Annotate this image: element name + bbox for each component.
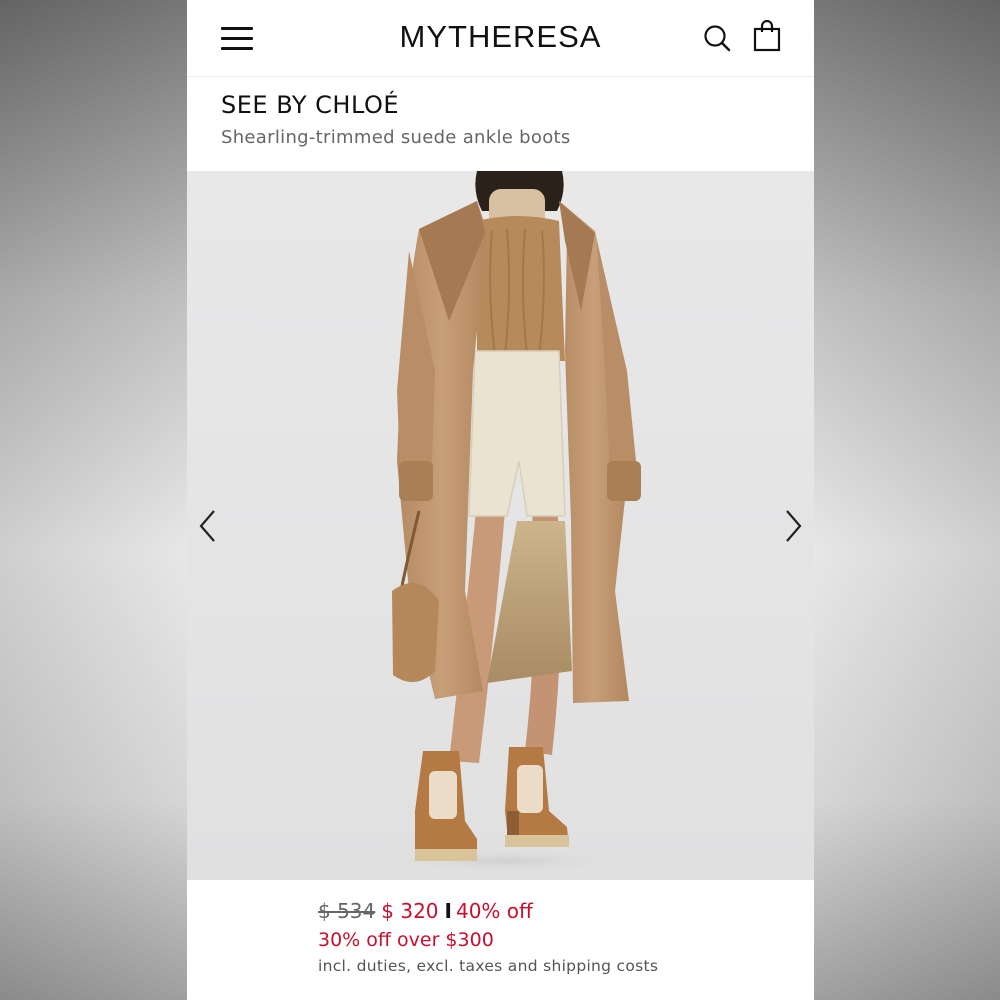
chevron-left-icon[interactable]: [197, 508, 219, 544]
discount-label: 40% off: [455, 899, 533, 923]
shopping-bag-icon[interactable]: [753, 20, 781, 52]
product-photo: [377, 171, 641, 875]
original-price: $ 534: [318, 899, 376, 923]
pricing-block: $ 534 $ 320 I 40% off 30% off over $300 inc…: [318, 898, 798, 975]
price-line: $ 534 $ 320 I 40% off: [318, 898, 798, 924]
sale-price: $ 320: [381, 899, 439, 923]
background-left: [0, 0, 187, 1000]
search-icon[interactable]: [703, 24, 731, 52]
promo-text: 30% off over $300: [318, 929, 494, 951]
duties-note: incl. duties, excl. taxes and shipping c…: [318, 957, 659, 975]
product-page: MYTHERESA SEE BY CHLOÉ Shearling-trimmed…: [187, 0, 814, 1000]
product-brand[interactable]: SEE BY CHLOÉ: [221, 91, 399, 119]
price-separator: I: [444, 899, 452, 923]
product-image-gallery[interactable]: [187, 171, 814, 880]
chevron-right-icon[interactable]: [782, 508, 804, 544]
background-right: [813, 0, 1000, 1000]
top-navigation-bar: MYTHERESA: [187, 0, 814, 77]
product-name: Shearling-trimmed suede ankle boots: [221, 127, 571, 148]
